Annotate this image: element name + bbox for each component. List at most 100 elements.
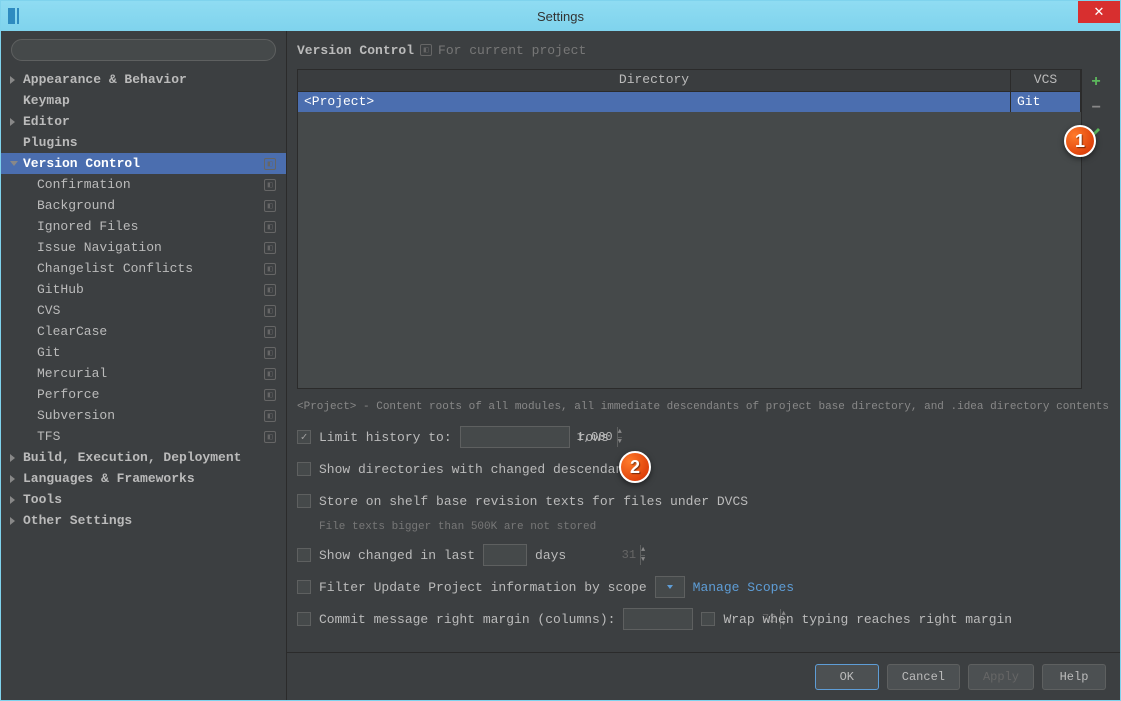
table-toolbar: + − 1: [1082, 69, 1110, 389]
store-shelf-hint: File texts bigger than 500K are not stor…: [319, 521, 1110, 533]
spin-up-icon[interactable]: ▲: [641, 545, 645, 556]
tree-mercurial[interactable]: Mercurial◧: [1, 363, 286, 384]
cell-vcs: Git: [1011, 92, 1081, 112]
project-scope-icon: ◧: [264, 263, 276, 275]
tree-git[interactable]: Git◧: [1, 342, 286, 363]
option-show-directories: Show directories with changed descendant…: [297, 457, 1110, 481]
remove-button[interactable]: −: [1087, 99, 1105, 117]
scope-dropdown[interactable]: [655, 576, 685, 598]
tree-background[interactable]: Background◧: [1, 195, 286, 216]
tree-cvs[interactable]: CVS◧: [1, 300, 286, 321]
description-text: <Project> - Content roots of all modules…: [297, 401, 1110, 413]
minus-icon: −: [1091, 99, 1101, 117]
project-scope-icon: ◧: [264, 410, 276, 422]
vcs-table: Directory VCS <Project> Git: [297, 69, 1082, 389]
apply-button[interactable]: Apply: [968, 664, 1034, 690]
tree-github[interactable]: GitHub◧: [1, 279, 286, 300]
project-scope-icon: ◧: [264, 242, 276, 254]
tree-version-control[interactable]: Version Control◧: [1, 153, 286, 174]
table-row[interactable]: <Project> Git: [298, 92, 1081, 112]
project-scope-icon: ◧: [264, 200, 276, 212]
project-scope-icon: ◧: [264, 389, 276, 401]
chevron-down-icon: [10, 161, 18, 166]
option-filter-update: Filter Update Project information by sco…: [297, 575, 1110, 599]
callout-2: 2: [619, 451, 651, 483]
chevron-right-icon: [10, 517, 15, 525]
settings-tree: Appearance & Behavior Keymap Editor Plug…: [1, 69, 286, 700]
tree-build[interactable]: Build, Execution, Deployment: [1, 447, 286, 468]
tree-perforce[interactable]: Perforce◧: [1, 384, 286, 405]
limit-history-checkbox[interactable]: [297, 430, 311, 444]
tree-subversion[interactable]: Subversion◧: [1, 405, 286, 426]
filter-update-checkbox[interactable]: [297, 580, 311, 594]
manage-scopes-link[interactable]: Manage Scopes: [693, 580, 794, 595]
option-commit-margin: Commit message right margin (columns): ▲…: [297, 607, 1110, 631]
show-changed-checkbox[interactable]: [297, 548, 311, 562]
help-button[interactable]: Help: [1042, 664, 1106, 690]
tree-other-settings[interactable]: Other Settings: [1, 510, 286, 531]
tree-issue-navigation[interactable]: Issue Navigation◧: [1, 237, 286, 258]
show-dirs-label: Show directories with changed descendant…: [319, 462, 639, 477]
tree-ignored-files[interactable]: Ignored Files◧: [1, 216, 286, 237]
spin-down-icon[interactable]: ▼: [641, 556, 645, 566]
tree-changelist-conflicts[interactable]: Changelist Conflicts◧: [1, 258, 286, 279]
show-changed-spinner[interactable]: ▲▼: [483, 544, 527, 566]
tree-tfs[interactable]: TFS◧: [1, 426, 286, 447]
column-directory: Directory: [298, 70, 1011, 91]
commit-margin-checkbox[interactable]: [297, 612, 311, 626]
project-scope-icon: ◧: [264, 347, 276, 359]
breadcrumb: Version Control ◧ For current project: [287, 31, 1120, 69]
tree-tools[interactable]: Tools: [1, 489, 286, 510]
column-vcs: VCS: [1011, 70, 1081, 91]
show-changed-label: Show changed in last: [319, 548, 475, 563]
cancel-button[interactable]: Cancel: [887, 664, 960, 690]
limit-history-spinner[interactable]: ▲▼: [460, 426, 570, 448]
project-scope-icon: ◧: [420, 44, 432, 56]
project-scope-icon: ◧: [264, 431, 276, 443]
spin-down-icon[interactable]: ▼: [618, 438, 622, 448]
tree-plugins[interactable]: Plugins: [1, 132, 286, 153]
panel-body: Directory VCS <Project> Git + − 1: [287, 69, 1120, 652]
show-dirs-checkbox[interactable]: [297, 462, 311, 476]
tree-confirmation[interactable]: Confirmation◧: [1, 174, 286, 195]
tree-appearance[interactable]: Appearance & Behavior: [1, 69, 286, 90]
filter-update-label: Filter Update Project information by sco…: [319, 580, 647, 595]
ok-button[interactable]: OK: [815, 664, 879, 690]
project-scope-icon: ◧: [264, 284, 276, 296]
commit-margin-label: Commit message right margin (columns):: [319, 612, 615, 627]
project-scope-icon: ◧: [264, 221, 276, 233]
option-store-shelf: Store on shelf base revision texts for f…: [297, 489, 1110, 513]
tree-clearcase[interactable]: ClearCase◧: [1, 321, 286, 342]
spin-up-icon[interactable]: ▲: [618, 427, 622, 438]
content-area: Appearance & Behavior Keymap Editor Plug…: [1, 31, 1120, 700]
app-logo-icon: [7, 7, 25, 25]
store-shelf-checkbox[interactable]: [297, 494, 311, 508]
main-panel: Version Control ◧ For current project Di…: [287, 31, 1120, 700]
chevron-down-icon: [667, 585, 673, 589]
project-scope-icon: ◧: [264, 326, 276, 338]
show-changed-suffix: days: [535, 548, 566, 563]
search-input[interactable]: [11, 39, 276, 61]
limit-history-suffix: rows: [578, 430, 609, 445]
option-show-changed: Show changed in last ▲▼ days: [297, 543, 1110, 567]
tree-keymap[interactable]: Keymap: [1, 90, 286, 111]
close-button[interactable]: ✕: [1078, 1, 1120, 23]
project-scope-icon: ◧: [264, 368, 276, 380]
cell-directory: <Project>: [298, 92, 1011, 112]
add-button[interactable]: +: [1087, 73, 1105, 91]
project-scope-icon: ◧: [264, 158, 276, 170]
commit-margin-spinner[interactable]: ▲▼: [623, 608, 693, 630]
sidebar: Appearance & Behavior Keymap Editor Plug…: [1, 31, 287, 700]
tree-languages[interactable]: Languages & Frameworks: [1, 468, 286, 489]
callout-1: 1: [1064, 125, 1096, 157]
chevron-right-icon: [10, 496, 15, 504]
project-scope-icon: ◧: [264, 305, 276, 317]
footer: OK Cancel Apply Help: [287, 652, 1120, 700]
tree-editor[interactable]: Editor: [1, 111, 286, 132]
wrap-checkbox[interactable]: [701, 612, 715, 626]
page-subtitle: For current project: [438, 43, 586, 58]
options-group: Limit history to: ▲▼ rows Show directori…: [297, 425, 1110, 639]
search-container: [1, 31, 286, 69]
plus-icon: +: [1091, 73, 1101, 91]
project-scope-icon: ◧: [264, 179, 276, 191]
